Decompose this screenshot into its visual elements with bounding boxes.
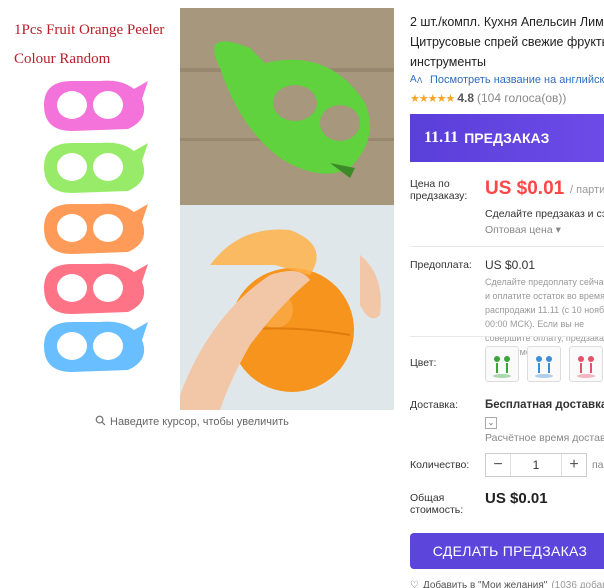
divider xyxy=(410,336,604,337)
wishlist-count: (1036 добавили) xyxy=(551,580,604,588)
shipping-label: Доставка: xyxy=(410,399,459,411)
quantity-input[interactable]: 1 xyxy=(510,454,562,476)
quantity-increase-button[interactable]: + xyxy=(562,454,586,476)
presale-banner: 11.11 ПРЕДЗАКАЗ xyxy=(410,114,604,162)
product-details: 2 шт./компл. Кухня Апельсин Лимон Цитрус… xyxy=(410,0,604,588)
presale-note: Сделайте предзаказ и сэкономьте xyxy=(485,208,604,220)
wishlist-link[interactable]: ♡ Добавить в "Мои желания" (1036 добавил… xyxy=(410,580,604,588)
presale-price: US $0.01 xyxy=(485,178,565,199)
product-rating[interactable]: ★★★★★ 4.8 (104 голоса(ов)) xyxy=(410,91,566,105)
price-unit: / партия xyxy=(570,184,604,196)
rating-value: 4.8 xyxy=(457,91,474,105)
quantity-decrease-button[interactable]: − xyxy=(486,454,510,476)
color-label: Цвет: xyxy=(410,357,437,369)
product-variants-image[interactable]: 1Pcs Fruit Orange Peeler Colour Random xyxy=(0,0,180,410)
divider xyxy=(410,246,604,247)
total-value: US $0.01 xyxy=(485,490,548,507)
color-swatch-red[interactable] xyxy=(569,346,603,382)
price-label: Цена по предзаказу: xyxy=(410,178,468,202)
magnifier-icon xyxy=(95,415,106,429)
svg-text:A: A xyxy=(410,74,417,84)
svg-text:Ʌ: Ʌ xyxy=(417,76,423,84)
banner-event: 11.11 xyxy=(424,129,459,146)
heart-icon: ♡ xyxy=(410,580,419,588)
chevron-down-icon: ⌄ xyxy=(485,417,497,429)
rating-count[interactable]: (104 голоса(ов)) xyxy=(477,91,566,105)
presale-buy-button[interactable]: СДЕЛАТЬ ПРЕДЗАКАЗ xyxy=(410,533,604,569)
wishlist-label: Добавить в "Мои желания" xyxy=(422,580,548,588)
quantity-label: Количество: xyxy=(410,459,470,471)
product-gallery: 1Pcs Fruit Orange Peeler Colour Random Н… xyxy=(0,0,395,440)
peeler-variant xyxy=(38,137,158,199)
translate-link-text: Посмотреть название на английском xyxy=(430,73,604,86)
color-swatch-green[interactable] xyxy=(485,346,519,382)
promo-subtitle: Colour Random xyxy=(14,51,111,67)
prepay-value: US $0.01 xyxy=(485,258,536,272)
prepay-label: Предоплата: xyxy=(410,259,472,271)
peeler-variant xyxy=(38,258,158,320)
quantity-unit: партия xyxy=(592,459,604,471)
rating-stars-icon: ★★★★★ xyxy=(410,92,455,105)
shipping-dropdown[interactable]: ⌄ xyxy=(485,416,497,429)
peeler-variant xyxy=(38,198,158,260)
wholesale-label: Оптовая цена xyxy=(485,224,553,236)
product-title: 2 шт./компл. Кухня Апельсин Лимон Цитрус… xyxy=(410,15,604,69)
zoom-hint: Наведите курсор, чтобы увеличить xyxy=(95,415,289,429)
promo-title: 1Pcs Fruit Orange Peeler xyxy=(14,22,165,38)
color-swatch-blue[interactable] xyxy=(527,346,561,382)
shipping-value: Бесплатная доставка в Россию xyxy=(485,399,604,411)
product-photo-orange-peeling[interactable] xyxy=(180,205,394,410)
translate-icon: AɅ xyxy=(410,72,426,87)
wholesale-price-toggle[interactable]: Оптовая цена ▾ xyxy=(485,224,561,236)
quantity-stepper: − 1 + xyxy=(485,453,587,477)
translate-title-link[interactable]: AɅ Посмотреть название на английском xyxy=(410,72,604,87)
peeler-variant xyxy=(38,316,158,378)
product-photo-green-peeler[interactable] xyxy=(180,8,394,205)
zoom-hint-text: Наведите курсор, чтобы увеличить xyxy=(110,416,289,428)
total-label: Общая стоимость: xyxy=(410,492,464,516)
banner-text: ПРЕДЗАКАЗ xyxy=(464,130,550,146)
caret-down-icon: ▾ xyxy=(555,224,561,236)
shipping-estimate: Расчётное время доставки xyxy=(485,432,604,444)
peeler-variant xyxy=(38,75,158,137)
